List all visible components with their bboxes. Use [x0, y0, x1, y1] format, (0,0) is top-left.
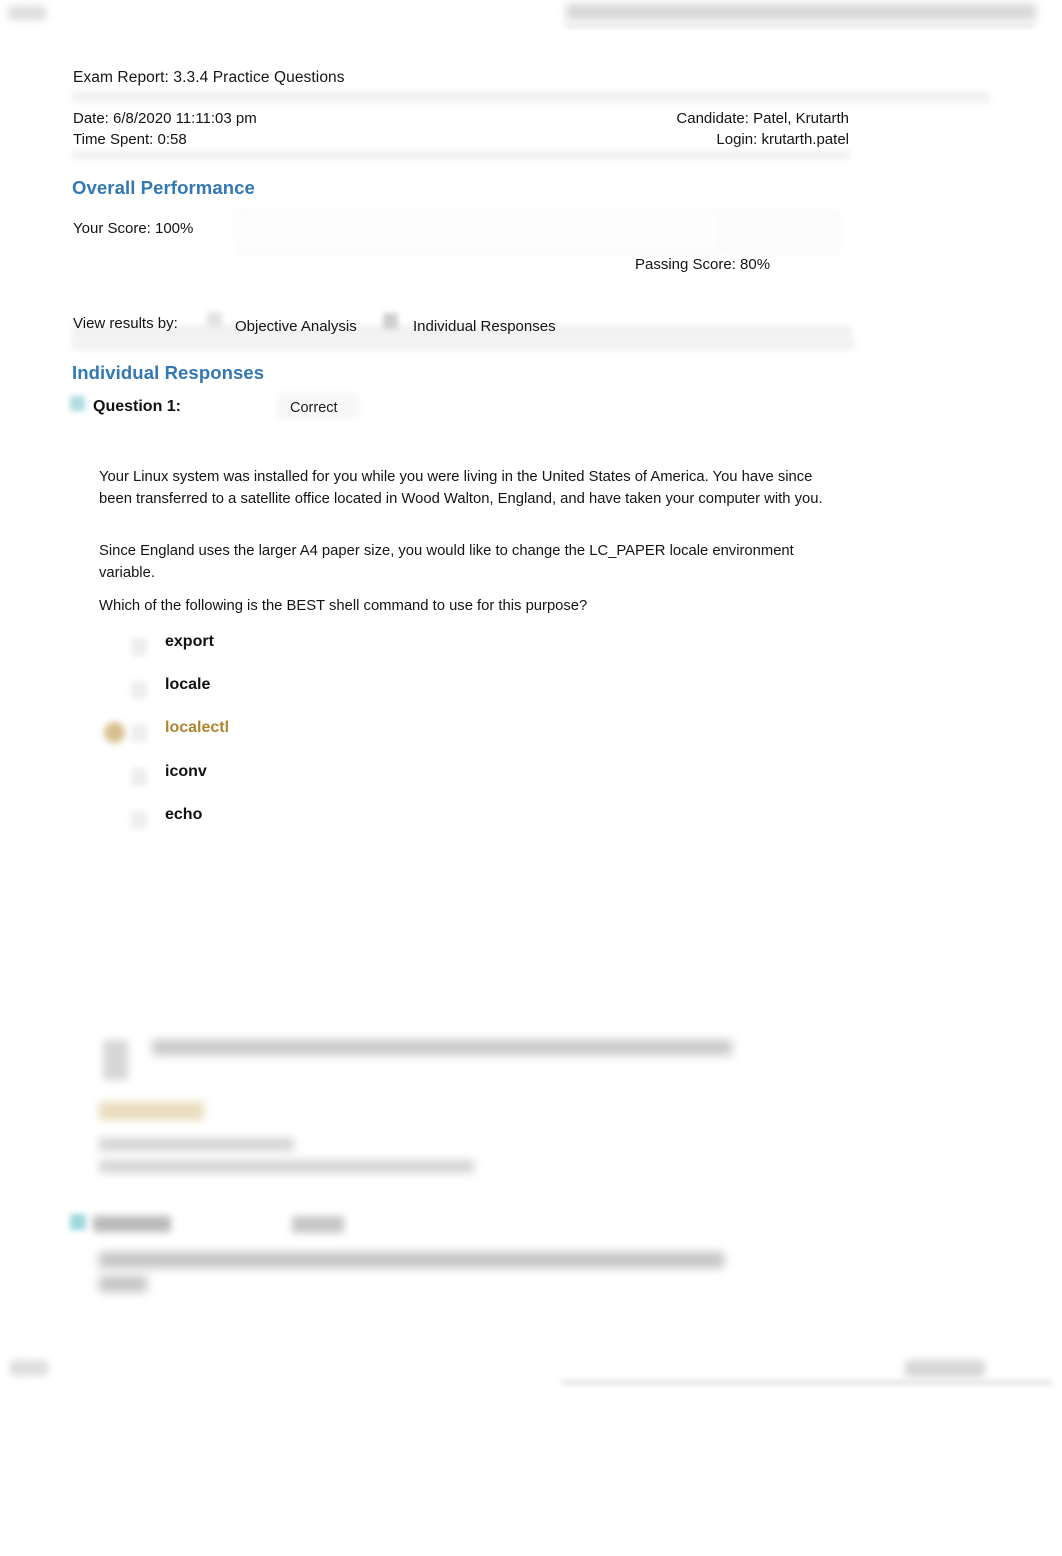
- footer-right-blur: [905, 1360, 985, 1377]
- question-2-status-blur: [292, 1216, 344, 1233]
- answer-option-locale[interactable]: locale: [99, 676, 699, 706]
- viewer-chrome: [0, 0, 1062, 30]
- explanation-reference-line-2-blur: [99, 1160, 474, 1173]
- viewer-subtitle-blur: [566, 22, 1034, 29]
- question-1-paragraph-3: Which of the following is the BEST shell…: [99, 598, 588, 614]
- correct-check-icon: [70, 396, 85, 411]
- overall-performance-heading: Overall Performance: [72, 177, 255, 198]
- answer-option-iconv[interactable]: iconv: [99, 763, 699, 793]
- page-title: Exam Report: 3.3.4 Practice Questions: [73, 69, 345, 86]
- answer-option-label: iconv: [165, 763, 207, 780]
- question-2-text-line-2-blur: [99, 1276, 147, 1292]
- time-spent: Time Spent: 0:58: [73, 131, 187, 148]
- question-1-paragraph-2: Since England uses the larger A4 paper s…: [99, 543, 794, 581]
- radio-individual-responses[interactable]: [383, 313, 398, 329]
- view-results-by-label: View results by:: [73, 315, 178, 332]
- question-2-text-line-1-blur: [99, 1252, 724, 1268]
- divider-below-view-results: [72, 338, 854, 350]
- meta-row-date: Date: 6/8/2020 11:11:03 pm Candidate: Pa…: [73, 110, 849, 127]
- question-1-number: Question 1:: [93, 398, 182, 415]
- radio-label-individual-responses[interactable]: Individual Responses: [413, 318, 556, 335]
- login-name: Login: krutarth.patel: [716, 131, 849, 148]
- answer-option-label: locale: [165, 676, 211, 693]
- radio-label-objective-analysis[interactable]: Objective Analysis: [235, 318, 357, 335]
- question-2-number-blur: [93, 1216, 171, 1232]
- answer-checkbox-icon[interactable]: [131, 638, 147, 656]
- answer-option-label: localectl: [165, 719, 230, 736]
- viewer-filename-blur: [566, 4, 1036, 20]
- answer-option-localectl[interactable]: localectl: [99, 719, 699, 749]
- divider-under-meta: [72, 150, 850, 160]
- answer-option-label: echo: [165, 806, 203, 823]
- answer-checkbox-icon[interactable]: [131, 724, 147, 742]
- score-bar-fill: [240, 212, 718, 250]
- explanation-reference-line-1-blur: [99, 1138, 294, 1151]
- question-1-status-badge: Correct: [290, 400, 338, 416]
- selected-answer-marker-icon: [104, 722, 125, 743]
- answer-option-label: export: [165, 633, 214, 650]
- candidate-name: Candidate: Patel, Krutarth: [676, 110, 849, 127]
- answer-checkbox-icon[interactable]: [131, 768, 147, 786]
- explanation-reference-badge-blur: [99, 1102, 204, 1120]
- viewer-toolbar-left-blur: [8, 6, 46, 20]
- question-1-paragraph-1: Your Linux system was installed for you …: [99, 469, 823, 507]
- explanation-gutter-blur: [103, 1040, 128, 1080]
- answer-option-export[interactable]: export: [99, 633, 699, 663]
- meta-row-time: Time Spent: 0:58 Login: krutarth.patel: [73, 131, 849, 148]
- answer-checkbox-icon[interactable]: [131, 681, 147, 699]
- passing-score-label: Passing Score: 80%: [635, 256, 771, 273]
- explanation-text-blur: [152, 1040, 732, 1055]
- radio-objective-analysis[interactable]: [207, 312, 222, 328]
- footer-left-blur: [10, 1360, 48, 1376]
- answer-checkbox-icon[interactable]: [131, 811, 147, 829]
- divider-under-title: [72, 91, 990, 103]
- exam-date: Date: 6/8/2020 11:11:03 pm: [73, 110, 257, 127]
- footer-caption-blur: [562, 1380, 1052, 1385]
- your-score-label: Your Score: 100%: [73, 220, 194, 237]
- question-2-status-icon-blur: [70, 1214, 86, 1230]
- exam-report-page: Exam Report: 3.3.4 Practice Questions Da…: [0, 30, 1062, 1360]
- individual-responses-heading: Individual Responses: [72, 362, 265, 383]
- answer-option-echo[interactable]: echo: [99, 806, 699, 836]
- viewer-footer: [0, 1352, 1062, 1556]
